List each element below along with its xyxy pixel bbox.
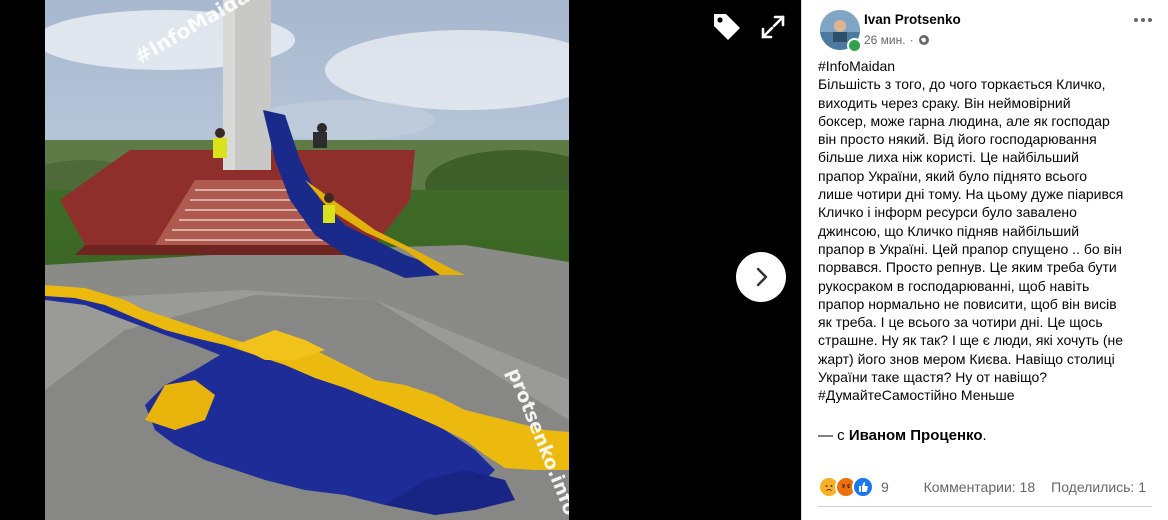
post-line: боксер, може гарна людина, але як господ… [818,112,1110,129]
post-line: виходить через сраку. Він неймовірний [818,94,1071,111]
tagged-with: — с Иваном Проценко. [818,427,987,444]
post-stats: Комментарии: 18 Поделились: 1 [924,479,1146,495]
like-reaction-icon [852,476,874,498]
expand-icon[interactable] [758,12,788,42]
post-line: Більшість з того, до чого торкається Кли… [818,76,1106,93]
shares-count-link[interactable]: Поделились: 1 [1051,479,1146,495]
post-line: Кличко і інформ ресурси було завалено [818,204,1077,221]
post-line: він просто някий. Від його господарюванн… [818,131,1097,148]
post-line: України таке щастя? Ну от навіщо? [818,369,1048,386]
post-line: джинсою, що Кличко підняв найбільший [818,222,1080,239]
post-line: як треба. І це всього за чотири дні. Це … [818,314,1103,331]
post-line: лише чотири дні тому. На цьому дуже піар… [818,186,1124,203]
reactions-summary[interactable]: 9 [818,476,889,498]
post-line: прапор нормально не повисити, щоб він ви… [818,295,1117,312]
comments-count-link[interactable]: Комментарии: 18 [924,479,1036,495]
globe-icon [918,35,929,45]
photo-viewer: #InfoMaidan protsenko.info [0,0,801,520]
photo-scene [45,0,569,520]
tagged-person-link[interactable]: Иваном Проценко [849,427,983,444]
online-status-dot [847,38,862,53]
post-line: прапор України, який було піднято всього [818,167,1088,184]
post-line: рукосраком в господарюванні, щоб навіть [818,277,1090,294]
reaction-count: 9 [881,479,889,495]
hashtag-dumaite[interactable]: #ДумайтеСамостійно Меньше [818,386,1153,404]
post-line: жарт) його знов мером Києва. Навіщо стол… [818,350,1115,367]
next-photo-button[interactable] [736,252,786,302]
chevron-right-icon [756,267,768,287]
post-author[interactable]: Ivan Protsenko [864,12,961,27]
post-line: страшне. Ну як так? І ще є люди, які хоч… [818,332,1124,349]
hashtag-infomaidan[interactable]: #InfoMaidan [818,57,1153,75]
post-line: більше лиха ніж користі. Це найбільший [818,149,1079,166]
more-icon[interactable] [1134,18,1156,24]
post-photo[interactable]: #InfoMaidan protsenko.info [45,0,569,520]
post-line: порвався. Просто репнув. Це яким треба б… [818,259,1117,276]
post-body: #InfoMaidan Більшість з того, до чого то… [818,57,1153,405]
divider [818,506,1152,507]
post-line: прапор в Україні. Цей прапор спущено .. … [818,240,1122,257]
post-meta: 26 мин. · [864,33,930,47]
post-panel: Ivan Protsenko 26 мин. · #InfoMaidan Біл… [801,0,1168,520]
post-time[interactable]: 26 мин. [864,33,906,47]
tag-icon[interactable] [710,10,744,42]
